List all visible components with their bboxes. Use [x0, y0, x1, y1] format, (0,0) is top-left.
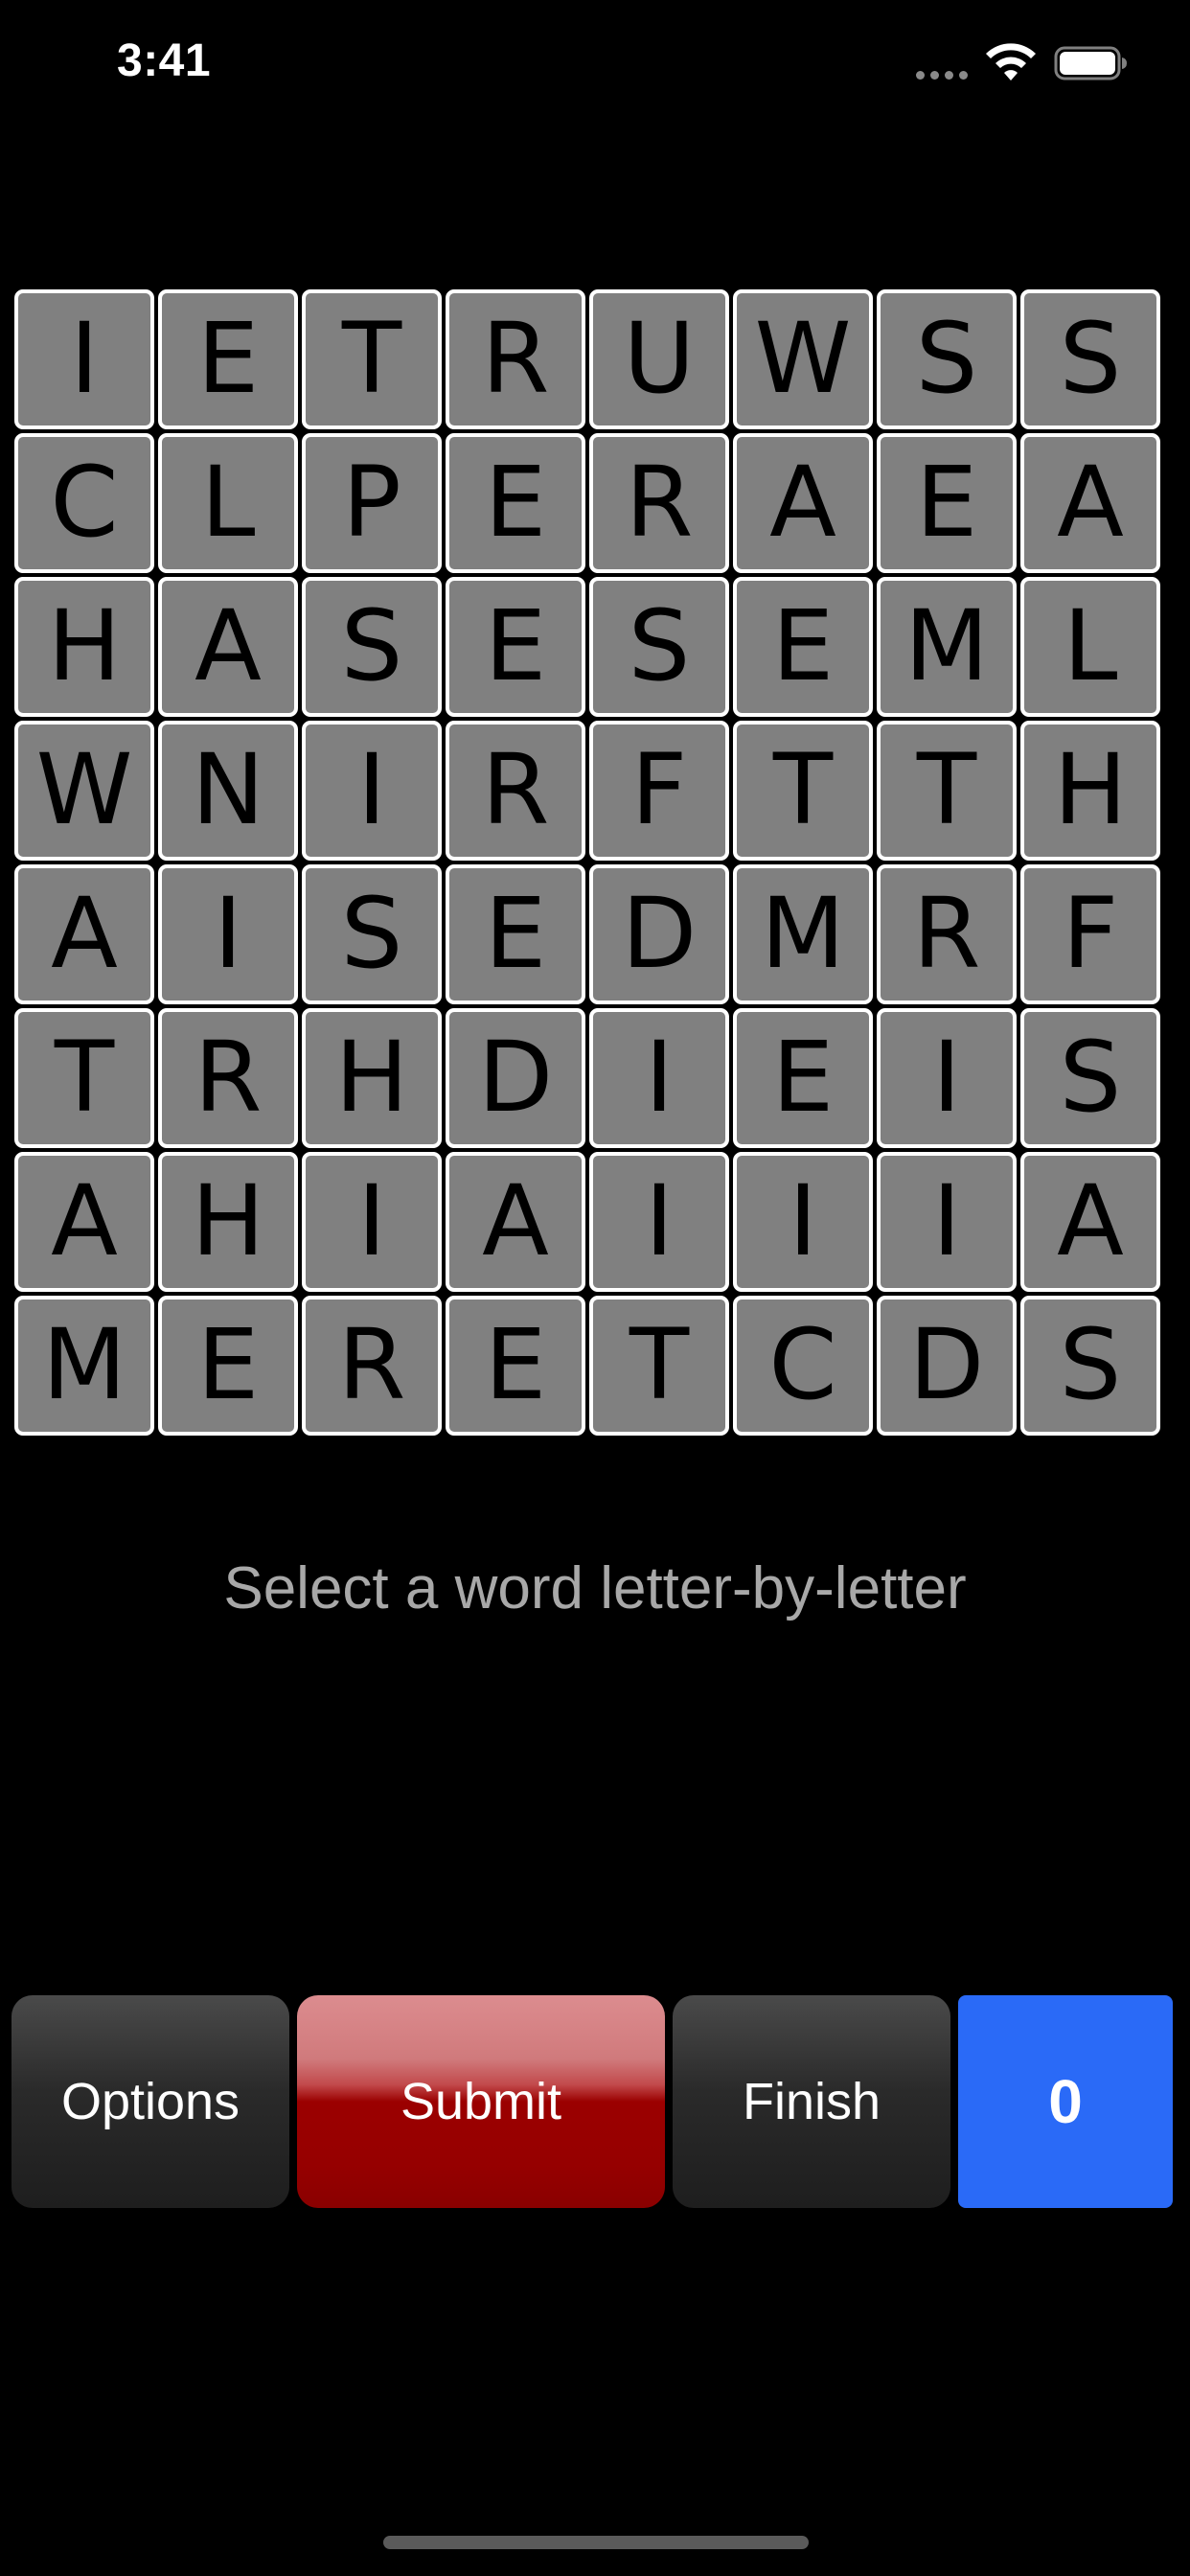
letter-tile[interactable]: A — [733, 433, 873, 573]
letter-tile[interactable]: I — [877, 1008, 1017, 1148]
letter-tile[interactable]: E — [446, 1296, 585, 1436]
letter-tile[interactable]: S — [1020, 1008, 1160, 1148]
letter-tile[interactable]: E — [158, 289, 298, 429]
letter-tile[interactable]: R — [446, 721, 585, 861]
letter-tile[interactable]: A — [158, 577, 298, 717]
letter-tile[interactable]: H — [14, 577, 154, 717]
letter-tile[interactable]: T — [877, 721, 1017, 861]
letter-tile[interactable]: S — [589, 577, 729, 717]
letter-tile[interactable]: T — [589, 1296, 729, 1436]
letter-tile[interactable]: R — [158, 1008, 298, 1148]
letter-tile[interactable]: R — [877, 864, 1017, 1004]
letter-tile[interactable]: E — [446, 864, 585, 1004]
letter-tile[interactable]: I — [302, 1152, 442, 1292]
letter-tile[interactable]: E — [877, 433, 1017, 573]
letter-board: IETRUWSSCLPERAEAHASESEMLWNIRFTTHAISEDMRF… — [14, 289, 1164, 1439]
letter-tile[interactable]: D — [877, 1296, 1017, 1436]
finish-button[interactable]: Finish — [673, 1995, 950, 2208]
letter-tile[interactable]: L — [1020, 577, 1160, 717]
letter-tile[interactable]: E — [733, 577, 873, 717]
signal-dots-icon — [916, 71, 968, 80]
status-time: 3:41 — [117, 35, 212, 86]
letter-tile[interactable]: E — [733, 1008, 873, 1148]
letter-tile[interactable]: S — [1020, 1296, 1160, 1436]
letter-tile[interactable]: R — [589, 433, 729, 573]
letter-tile[interactable]: U — [589, 289, 729, 429]
wifi-icon — [986, 43, 1036, 80]
letter-tile[interactable]: H — [158, 1152, 298, 1292]
letter-tile[interactable]: E — [158, 1296, 298, 1436]
letter-tile[interactable]: I — [14, 289, 154, 429]
letter-tile[interactable]: T — [302, 289, 442, 429]
letter-tile[interactable]: R — [302, 1296, 442, 1436]
letter-tile[interactable]: I — [877, 1152, 1017, 1292]
letter-tile[interactable]: E — [446, 577, 585, 717]
battery-icon — [1054, 46, 1127, 80]
letter-tile[interactable]: L — [158, 433, 298, 573]
letter-tile[interactable]: A — [446, 1152, 585, 1292]
letter-tile[interactable]: D — [589, 864, 729, 1004]
letter-tile[interactable]: N — [158, 721, 298, 861]
letter-tile[interactable]: F — [589, 721, 729, 861]
letter-tile[interactable]: I — [733, 1152, 873, 1292]
letter-tile[interactable]: S — [877, 289, 1017, 429]
letter-tile[interactable]: F — [1020, 864, 1160, 1004]
letter-tile[interactable]: P — [302, 433, 442, 573]
letter-tile[interactable]: T — [733, 721, 873, 861]
letter-tile[interactable]: M — [14, 1296, 154, 1436]
letter-tile[interactable]: A — [1020, 433, 1160, 573]
letter-tile[interactable]: A — [1020, 1152, 1160, 1292]
letter-tile[interactable]: C — [14, 433, 154, 573]
letter-tile[interactable]: T — [14, 1008, 154, 1148]
letter-tile[interactable]: S — [302, 864, 442, 1004]
submit-button[interactable]: Submit — [297, 1995, 665, 2208]
letter-tile[interactable]: A — [14, 1152, 154, 1292]
options-button[interactable]: Options — [11, 1995, 289, 2208]
letter-tile[interactable]: I — [589, 1008, 729, 1148]
letter-tile[interactable]: W — [733, 289, 873, 429]
letter-tile[interactable]: A — [14, 864, 154, 1004]
letter-tile[interactable]: I — [302, 721, 442, 861]
letter-tile[interactable]: I — [589, 1152, 729, 1292]
score-display: 0 — [958, 1995, 1173, 2208]
status-bar: 3:41 — [0, 0, 1190, 134]
instruction-text: Select a word letter-by-letter — [223, 1555, 967, 1622]
home-indicator — [383, 2536, 809, 2549]
letter-tile[interactable]: H — [1020, 721, 1160, 861]
letter-tile[interactable]: E — [446, 433, 585, 573]
letter-tile[interactable]: M — [733, 864, 873, 1004]
letter-tile[interactable]: H — [302, 1008, 442, 1148]
letter-tile[interactable]: R — [446, 289, 585, 429]
letter-tile[interactable]: D — [446, 1008, 585, 1148]
letter-tile[interactable]: M — [877, 577, 1017, 717]
letter-tile[interactable]: S — [1020, 289, 1160, 429]
letter-tile[interactable]: S — [302, 577, 442, 717]
letter-tile[interactable]: W — [14, 721, 154, 861]
letter-tile[interactable]: I — [158, 864, 298, 1004]
letter-tile[interactable]: C — [733, 1296, 873, 1436]
